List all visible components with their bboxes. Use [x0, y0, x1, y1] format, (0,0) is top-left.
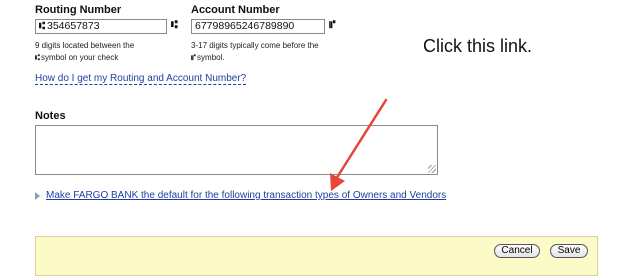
routing-number-input[interactable]: ⑆ 354657873: [35, 19, 167, 34]
transit-symbol-icon: ⑆: [39, 21, 45, 32]
annotation-arrow-icon: [330, 98, 388, 191]
routing-hint-line2: symbol on your check: [41, 53, 119, 62]
account-number-value: 67798965246789890: [195, 20, 295, 32]
notes-label: Notes: [35, 110, 66, 122]
cancel-button[interactable]: Cancel: [494, 244, 540, 258]
routing-number-label: Routing Number: [35, 4, 122, 16]
account-number-input[interactable]: 67798965246789890: [191, 19, 325, 34]
resize-handle-icon[interactable]: [428, 165, 436, 173]
routing-account-help-link[interactable]: How do I get my Routing and Account Numb…: [35, 73, 247, 85]
account-number-hint: 3-17 digits typically come before the ⑈ …: [191, 40, 319, 64]
transit-symbol-icon: ⑆: [171, 19, 178, 31]
on-us-symbol-icon: ⑈: [191, 53, 196, 62]
routing-number-hint: 9 digits located between the ⑆ symbol on…: [35, 40, 134, 64]
transit-symbol-icon: ⑆: [35, 53, 40, 62]
account-number-label: Account Number: [191, 4, 280, 16]
on-us-symbol-icon: ⑈: [329, 19, 336, 31]
account-hint-line1: 3-17 digits typically come before the: [191, 41, 319, 50]
disclosure-triangle-icon[interactable]: [35, 192, 40, 200]
routing-number-value: 354657873: [47, 20, 100, 32]
callout-text: Click this link.: [423, 36, 533, 56]
account-hint-line2: symbol.: [197, 53, 225, 62]
routing-hint-line1: 9 digits located between the: [35, 41, 135, 50]
save-button[interactable]: Save: [550, 244, 588, 258]
